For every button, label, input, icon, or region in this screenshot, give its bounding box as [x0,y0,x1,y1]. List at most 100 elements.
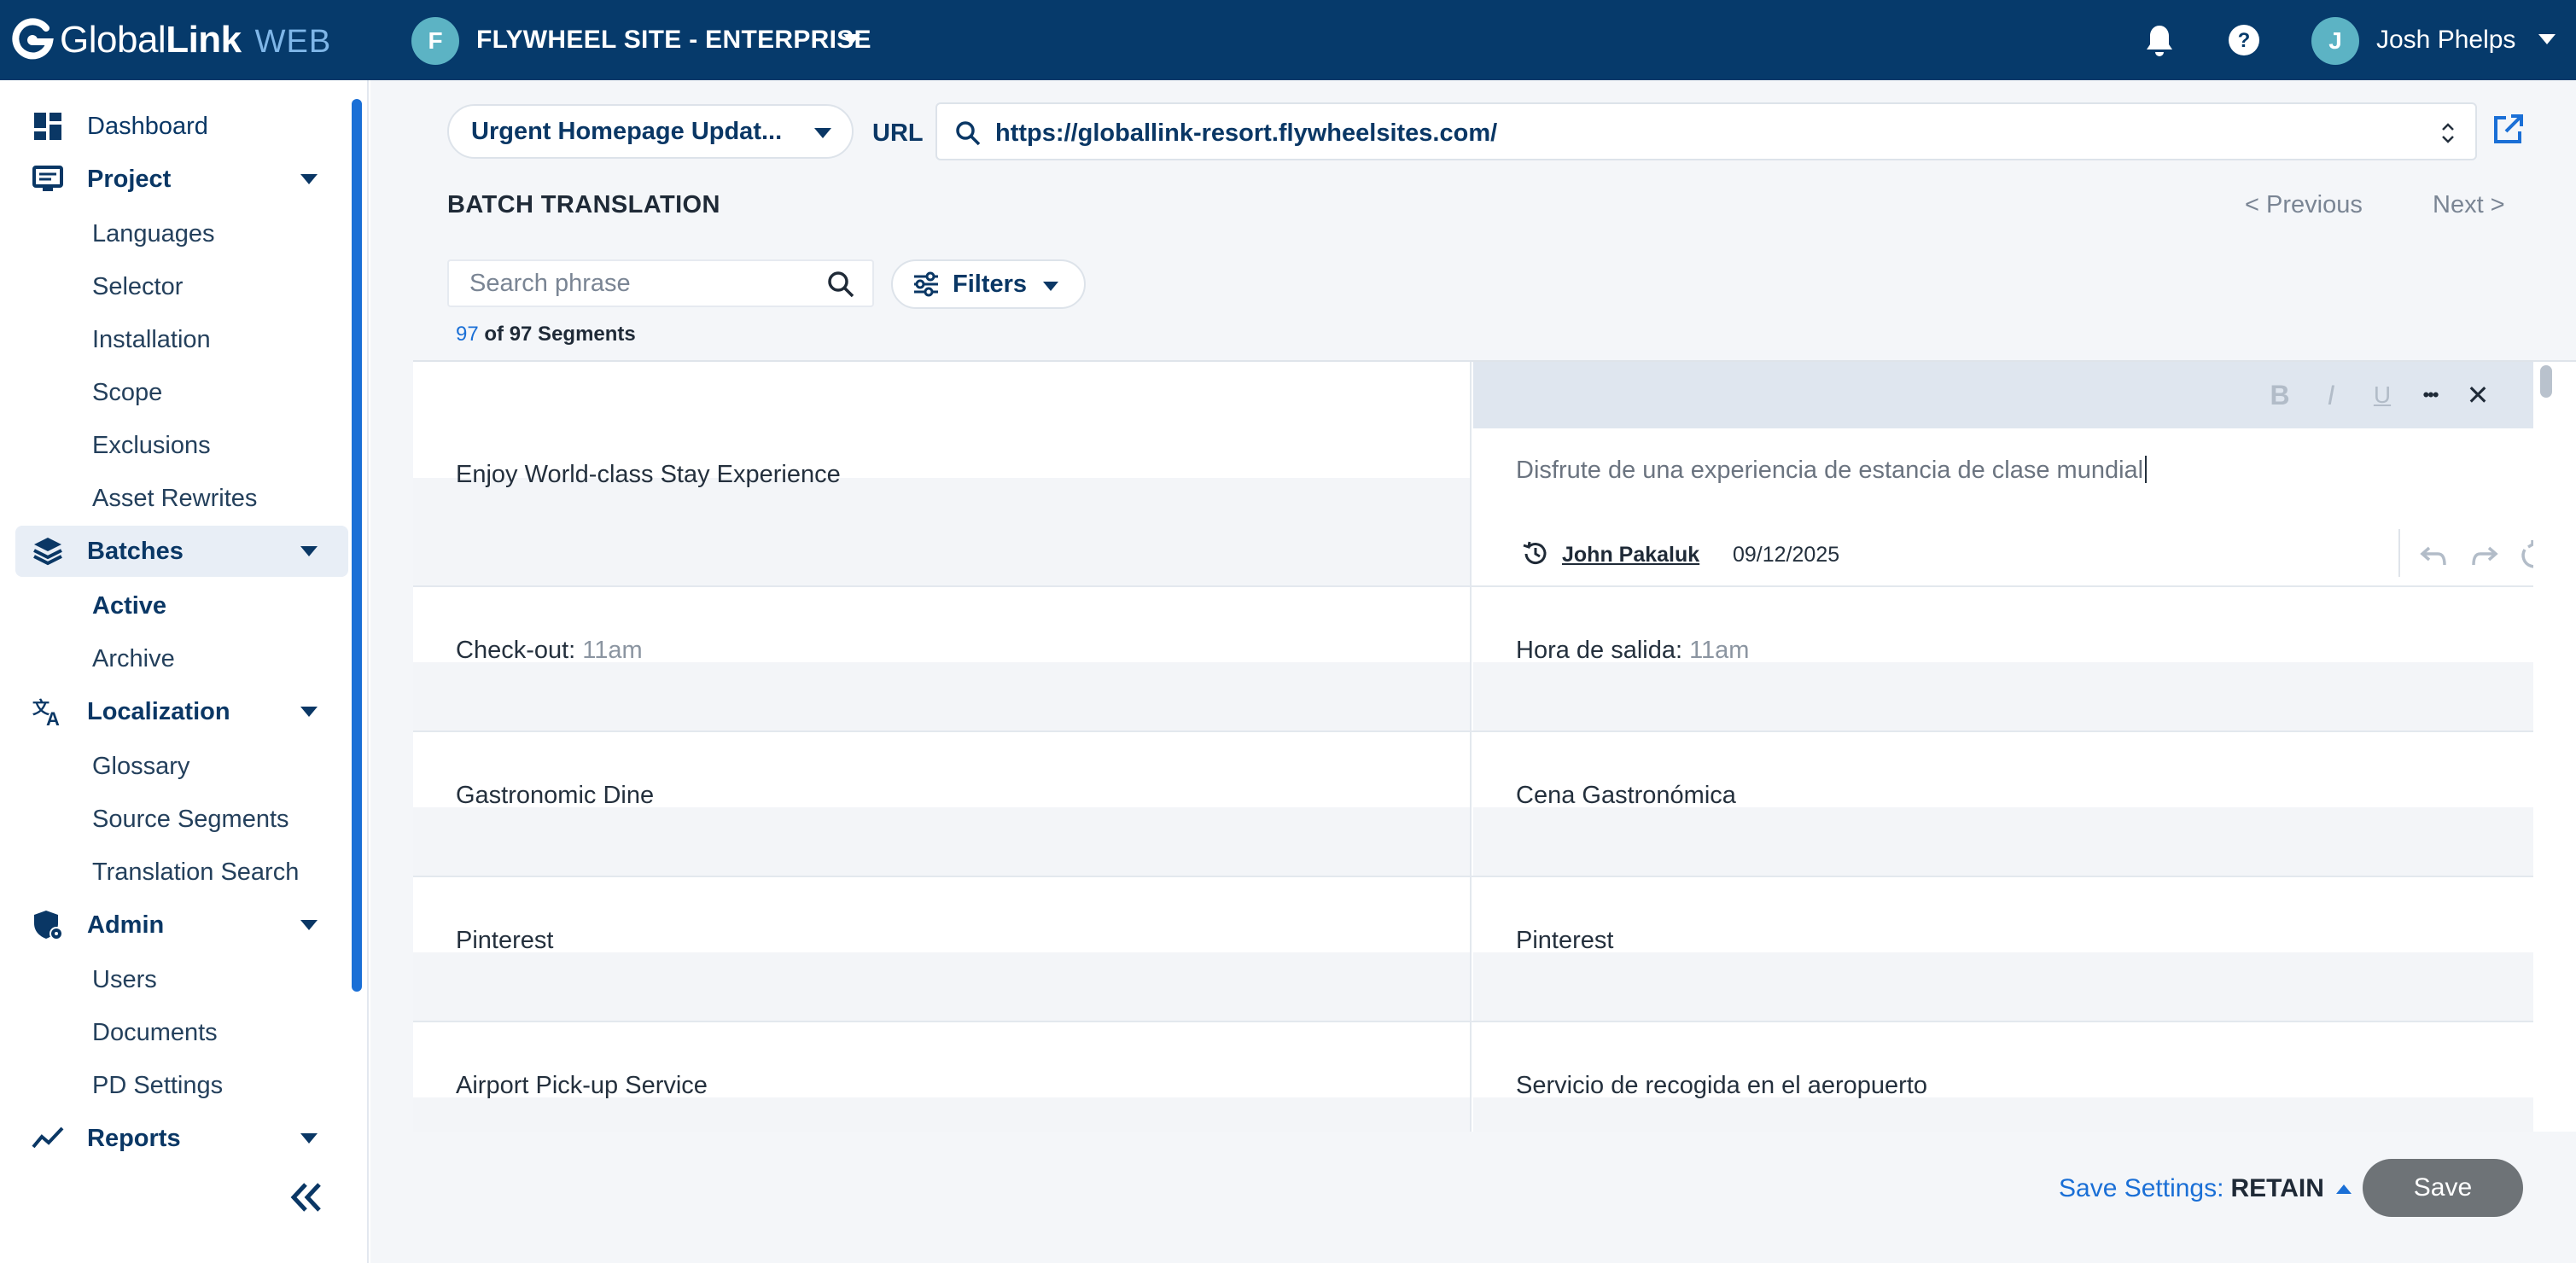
notifications-bell-icon[interactable] [2144,24,2175,58]
sidebar: Dashboard Project Languages Selector Ins… [0,80,369,1263]
close-icon[interactable]: ✕ [2463,380,2492,410]
sidebar-item-reports[interactable]: Reports [15,1113,348,1164]
redo-icon[interactable] [2468,539,2501,572]
sidebar-scrollbar[interactable] [352,99,362,992]
table-scrollbar-track[interactable] [2533,362,2576,1132]
save-settings-label: Save Settings: [2059,1174,2224,1202]
italic-button[interactable]: I [2317,380,2346,410]
save-settings-dropdown[interactable]: Save Settings: RETAIN [2059,1174,2352,1203]
sidebar-item-label: Reports [87,1124,181,1152]
table-row[interactable]: Enjoy World-class Stay Experience B I U … [413,362,2547,587]
sidebar-item-languages[interactable]: Languages [92,208,215,259]
page-title: BATCH TRANSLATION [447,191,720,218]
sidebar-item-documents[interactable]: Documents [92,1007,218,1058]
chevron-down-icon [814,128,831,138]
site-avatar[interactable]: F [411,17,459,65]
filters-button[interactable]: Filters [891,259,1086,309]
target-text: Hora de salida: 11am [1516,637,1749,665]
previous-button[interactable]: < Previous [2245,191,2363,219]
undo-icon[interactable] [2417,539,2450,572]
source-cell[interactable]: Check-out: 11am [413,587,1472,730]
open-external-icon[interactable] [2491,113,2525,147]
user-menu-chevron-icon[interactable] [2538,34,2556,44]
chevron-down-icon[interactable] [300,707,318,717]
url-value: https://globallink-resort.flywheelsites.… [995,119,1498,147]
target-text: Pinterest [1516,927,1614,954]
sidebar-item-dashboard[interactable]: Dashboard [15,101,348,152]
sidebar-item-active[interactable]: Active [92,580,166,632]
sidebar-item-source-segments[interactable]: Source Segments [92,794,289,845]
source-cell[interactable]: Airport Pick-up Service [413,1022,1472,1132]
reports-trend-icon [32,1126,64,1149]
sidebar-item-glossary[interactable]: Glossary [92,741,189,792]
source-cell[interactable]: Pinterest [413,877,1472,1021]
table-row[interactable]: Gastronomic Dine Cena Gastronómica [413,732,2533,877]
sidebar-item-selector[interactable]: Selector [92,261,183,312]
target-cell[interactable]: Hora de salida: 11am [1473,587,2533,730]
url-selector[interactable]: https://globallink-resort.flywheelsites.… [935,102,2477,160]
batch-selector[interactable]: Urgent Homepage Updat... [447,104,854,159]
underline-button[interactable]: U [2368,381,2397,410]
search-icon [956,121,981,146]
search-icon[interactable] [826,270,855,299]
target-cell[interactable]: Cena Gastronómica [1473,732,2533,876]
user-avatar[interactable]: J [2311,17,2359,65]
history-icon[interactable] [1521,539,1550,568]
table-scrollbar-thumb[interactable] [2540,365,2552,398]
help-icon[interactable]: ? [2228,24,2260,56]
chevron-down-icon[interactable] [300,920,318,930]
sidebar-item-scope[interactable]: Scope [92,367,162,418]
divider [2398,529,2400,577]
target-cell[interactable]: Pinterest [1473,877,2533,1021]
target-cell[interactable]: Servicio de recogida en el aeropuerto [1473,1022,2533,1132]
site-dropdown-chevron-icon[interactable] [843,34,860,44]
bold-button[interactable]: B [2265,380,2294,410]
source-cell[interactable]: Enjoy World-class Stay Experience [413,362,1472,585]
more-options-icon[interactable]: ••• [2416,381,2445,410]
sidebar-item-batches[interactable]: Batches [15,526,348,577]
globallink-logo-icon [12,18,54,60]
main-content: Urgent Homepage Updat... URL https://glo… [370,80,2576,1263]
next-button[interactable]: Next > [2433,191,2505,219]
sidebar-item-installation[interactable]: Installation [92,314,211,365]
source-cell[interactable]: Gastronomic Dine [413,732,1472,876]
chevron-down-icon[interactable] [300,174,318,184]
collapse-sidebar-icon[interactable] [288,1181,324,1214]
row-band [413,1097,1470,1132]
globallink-logo[interactable]: GlobalLink WEB [9,14,331,67]
site-name[interactable]: FLYWHEEL SITE - ENTERPRISE [476,26,871,55]
sidebar-item-project[interactable]: Project [15,154,348,205]
source-text: Check-out: 11am [456,637,643,665]
sidebar-item-label: Project [87,165,172,193]
sidebar-item-admin[interactable]: Admin [15,899,348,951]
save-button[interactable]: Save [2363,1159,2523,1217]
row-band [1473,807,2533,876]
table-row[interactable]: Airport Pick-up Service Servicio de reco… [413,1022,2533,1132]
sidebar-item-translation-search[interactable]: Translation Search [92,847,299,898]
edit-date: 09/12/2025 [1733,543,1840,567]
target-value: 11am [1689,637,1750,664]
sidebar-item-label: Localization [87,697,230,725]
target-text-input[interactable]: Disfrute de una experiencia de estancia … [1516,456,2148,485]
source-text: Airport Pick-up Service [456,1072,708,1099]
chevron-down-icon[interactable] [300,546,318,556]
row-band [1473,1097,2533,1132]
user-name[interactable]: Josh Phelps [2376,26,2515,55]
sidebar-item-localization[interactable]: 文 A Localization [15,686,348,737]
search-phrase-input[interactable] [447,259,874,307]
sidebar-item-archive[interactable]: Archive [92,633,175,684]
chevron-down-icon[interactable] [300,1133,318,1144]
sidebar-item-users[interactable]: Users [92,954,157,1005]
table-row[interactable]: Pinterest Pinterest [413,877,2533,1022]
sidebar-item-exclusions[interactable]: Exclusions [92,420,211,471]
sidebar-item-asset-rewrites[interactable]: Asset Rewrites [92,473,257,524]
target-text: Servicio de recogida en el aeropuerto [1516,1072,1928,1099]
segments-table: Enjoy World-class Stay Experience B I U … [413,360,2576,1132]
source-value: 11am [582,637,643,664]
target-text: Cena Gastronómica [1516,782,1736,809]
editor-user-link[interactable]: John Pakaluk [1562,543,1699,567]
sidebar-item-pd-settings[interactable]: PD Settings [92,1060,223,1111]
table-row[interactable]: Check-out: 11am Hora de salida: 11am [413,587,2533,732]
target-text: Disfrute de una experiencia de estancia … [1516,457,2144,484]
chevron-up-icon [2335,1184,2352,1194]
